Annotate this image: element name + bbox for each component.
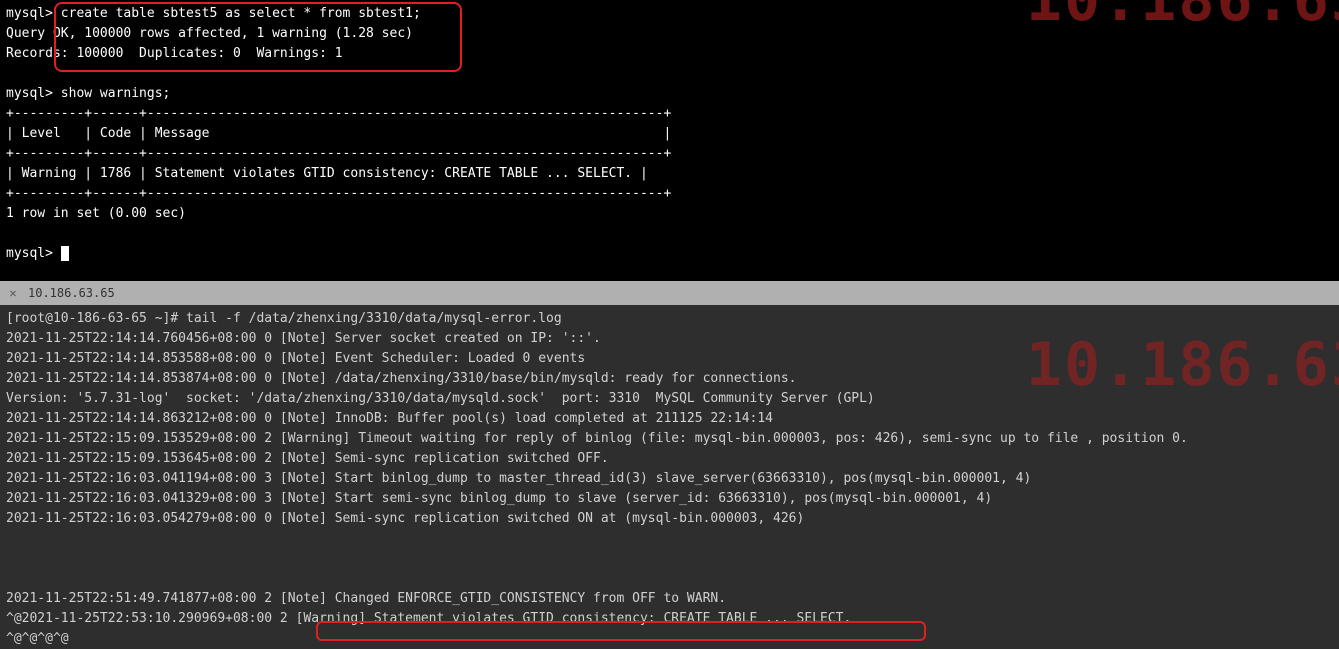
terminal-pane-mysql[interactable]: 10.186.63 mysql> create table sbtest5 as… bbox=[0, 0, 1339, 281]
terminal-pane-log[interactable]: 10.186.63 [root@10-186-63-65 ~]# tail -f… bbox=[0, 305, 1339, 649]
close-icon[interactable]: ✕ bbox=[6, 283, 20, 303]
cursor-icon bbox=[61, 246, 69, 261]
mysql-prompt[interactable]: mysql> bbox=[6, 246, 61, 261]
terminal-output-mysql: mysql> create table sbtest5 as select * … bbox=[6, 4, 1333, 264]
tab-bar: ✕ 10.186.63.65 bbox=[0, 281, 1339, 305]
tab-label[interactable]: 10.186.63.65 bbox=[28, 283, 115, 303]
terminal-output-log: [root@10-186-63-65 ~]# tail -f /data/zhe… bbox=[6, 309, 1333, 649]
